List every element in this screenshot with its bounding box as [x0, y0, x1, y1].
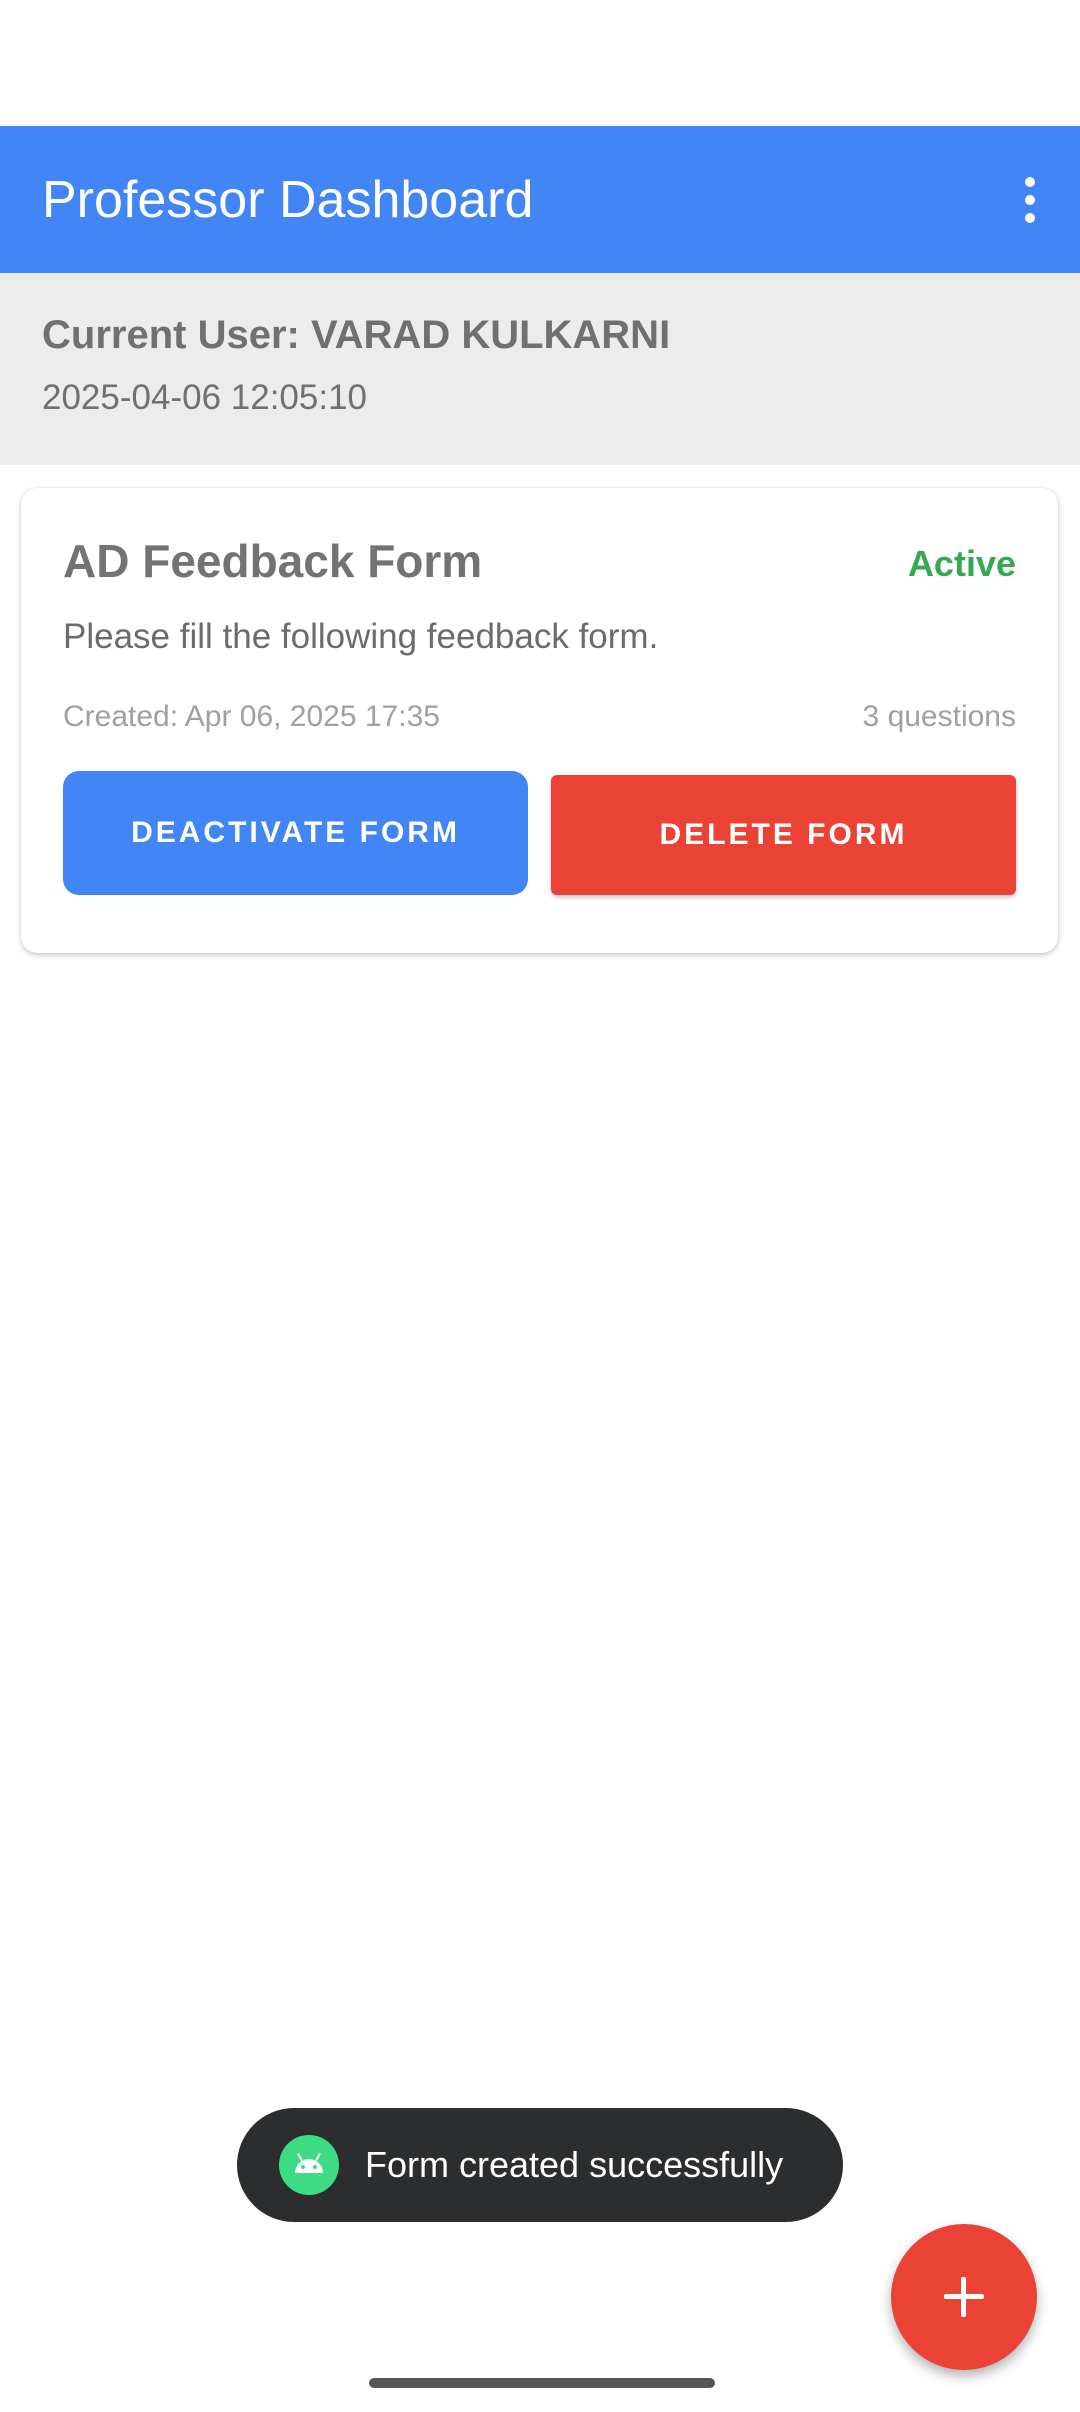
form-card[interactable]: AD Feedback Form Active Please fill the … [21, 488, 1058, 953]
form-created-date: Created: Apr 06, 2025 17:35 [63, 700, 440, 733]
toast-message: Form created successfully [365, 2144, 784, 2185]
form-status-badge: Active [907, 543, 1016, 584]
android-icon [279, 2135, 339, 2195]
add-form-button[interactable] [891, 2224, 1037, 2370]
form-question-count: 3 questions [862, 700, 1016, 733]
screen: Professor Dashboard Current User: VARAD … [0, 0, 1080, 2412]
more-vert-icon[interactable] [980, 150, 1080, 250]
form-title: AD Feedback Form [63, 535, 483, 587]
menu-dot [1025, 213, 1035, 223]
app-bar: Professor Dashboard [0, 126, 1080, 273]
menu-dot [1025, 195, 1035, 205]
current-user-label: Current User: VARAD KULKARNI [42, 313, 671, 357]
gesture-nav-handle[interactable] [369, 2378, 715, 2388]
user-info-panel: Current User: VARAD KULKARNI 2025-04-06 … [0, 273, 1080, 465]
deactivate-form-button[interactable]: DEACTIVATE FORM [63, 771, 528, 895]
form-description: Please fill the following feedback form. [63, 617, 659, 656]
status-bar [0, 0, 1080, 126]
toast: Form created successfully [237, 2108, 843, 2222]
app-title: Professor Dashboard [42, 171, 534, 229]
delete-form-button[interactable]: DELETE FORM [551, 775, 1016, 895]
current-datetime: 2025-04-06 12:05:10 [42, 378, 367, 417]
menu-dot [1025, 177, 1035, 187]
